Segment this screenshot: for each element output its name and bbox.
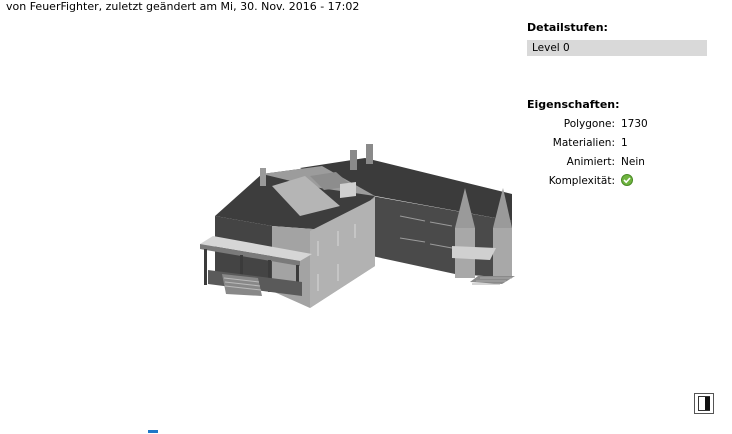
property-value: Nein bbox=[621, 156, 645, 168]
property-label: Polygone: bbox=[563, 118, 615, 130]
model-byline: von FeuerFighter, zuletzt geändert am Mi… bbox=[6, 0, 360, 13]
property-label: Komplexität: bbox=[548, 175, 615, 187]
property-label: Materialien: bbox=[552, 137, 615, 149]
properties-title: Eigenschaften: bbox=[527, 98, 620, 111]
check-circle-icon bbox=[621, 174, 633, 186]
progress-indicator bbox=[148, 430, 158, 433]
property-row-materials: Materialien: 1 bbox=[527, 135, 712, 151]
property-value: 1730 bbox=[621, 118, 648, 130]
fullscreen-toggle-button[interactable] bbox=[694, 393, 714, 414]
property-row-animated: Animiert: Nein bbox=[527, 154, 712, 170]
property-value: 1 bbox=[621, 137, 628, 149]
property-row-complexity: Komplexität: bbox=[527, 173, 712, 189]
detail-level-select[interactable]: Level 0 bbox=[527, 40, 707, 56]
property-row-polygons: Polygone: 1730 bbox=[527, 116, 712, 132]
model-viewer[interactable] bbox=[0, 16, 520, 411]
property-label: Animiert: bbox=[566, 156, 615, 168]
detail-levels-title: Detailstufen: bbox=[527, 21, 608, 34]
house-model-render bbox=[200, 144, 515, 308]
fullscreen-toggle-icon bbox=[698, 396, 710, 411]
